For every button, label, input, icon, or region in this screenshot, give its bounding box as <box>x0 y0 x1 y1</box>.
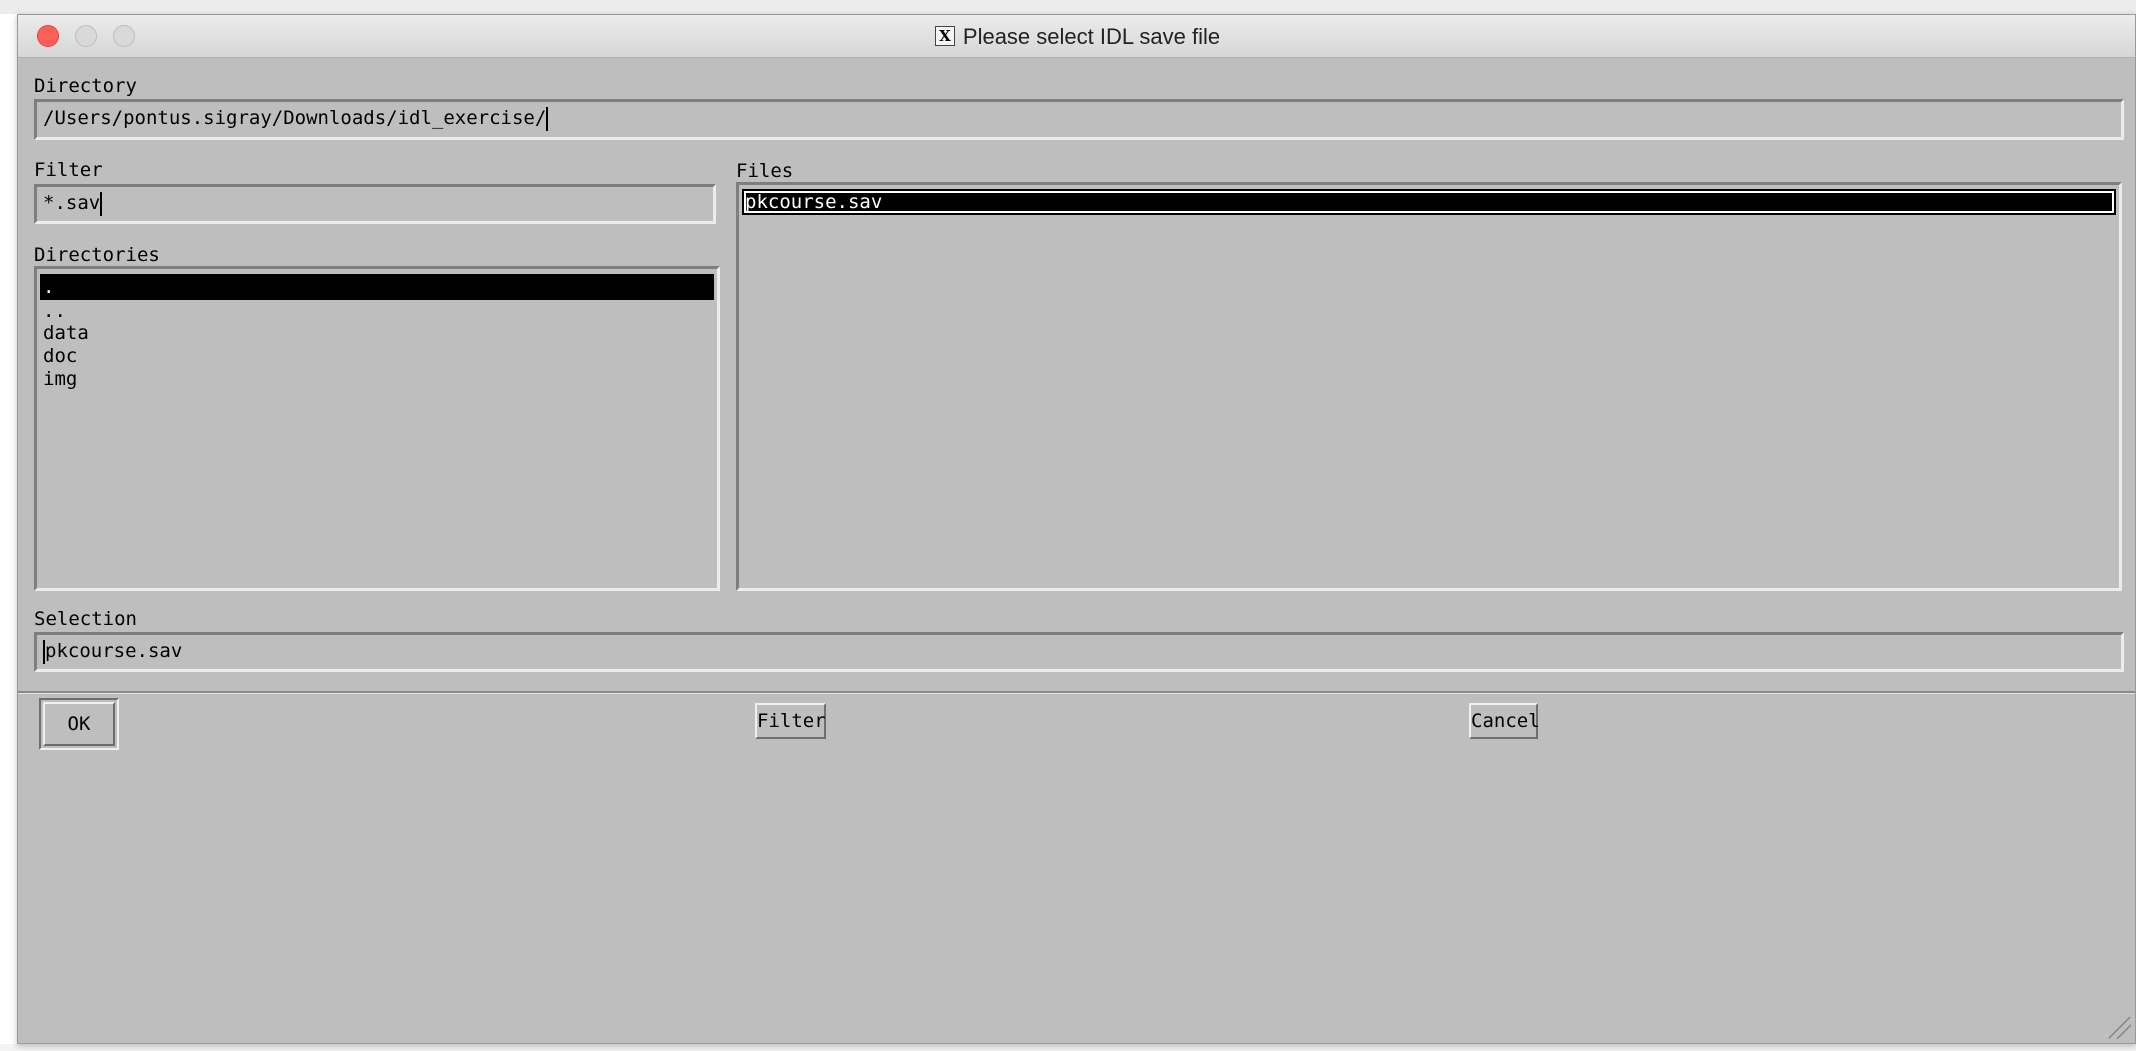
filter-input[interactable]: *.sav <box>34 184 716 224</box>
directory-value: /Users/pontus.sigray/Downloads/idl_exerc… <box>43 107 547 129</box>
file-item[interactable]: pkcourse.sav <box>742 189 2116 215</box>
title-container: X Please select IDL save file <box>18 15 2135 57</box>
selection-value: pkcourse.sav <box>45 640 183 662</box>
text-cursor <box>546 106 549 131</box>
text-cursor <box>100 191 103 216</box>
cancel-button[interactable]: Cancel <box>1469 703 1540 739</box>
directory-item[interactable]: img <box>40 366 714 392</box>
x11-icon: X <box>934 26 955 46</box>
directories-list[interactable]: . .. data doc img <box>34 266 720 591</box>
directories-label: Directories <box>34 244 160 266</box>
directory-item[interactable]: . <box>40 274 714 300</box>
ok-button[interactable]: OK <box>43 702 115 746</box>
button-separator <box>18 691 2135 694</box>
selection-input[interactable]: pkcourse.sav <box>34 632 2124 672</box>
background-bottom <box>0 1044 2136 1051</box>
file-dialog-window: X Please select IDL save file Directory /… <box>17 14 2136 1044</box>
filter-button[interactable]: Filter <box>755 703 826 739</box>
filter-label: Filter <box>34 159 103 181</box>
filter-value: *.sav <box>43 192 101 214</box>
files-label: Files <box>736 160 794 182</box>
directory-label: Directory <box>34 75 137 97</box>
files-list[interactable]: pkcourse.sav <box>736 182 2122 591</box>
resize-grip-icon[interactable] <box>2109 1017 2131 1039</box>
window-title: Please select IDL save file <box>962 24 1221 49</box>
background-strip <box>0 0 2136 14</box>
title-bar[interactable]: X Please select IDL save file <box>18 15 2135 58</box>
selection-label: Selection <box>34 608 137 630</box>
directory-input[interactable]: /Users/pontus.sigray/Downloads/idl_exerc… <box>34 99 2124 140</box>
